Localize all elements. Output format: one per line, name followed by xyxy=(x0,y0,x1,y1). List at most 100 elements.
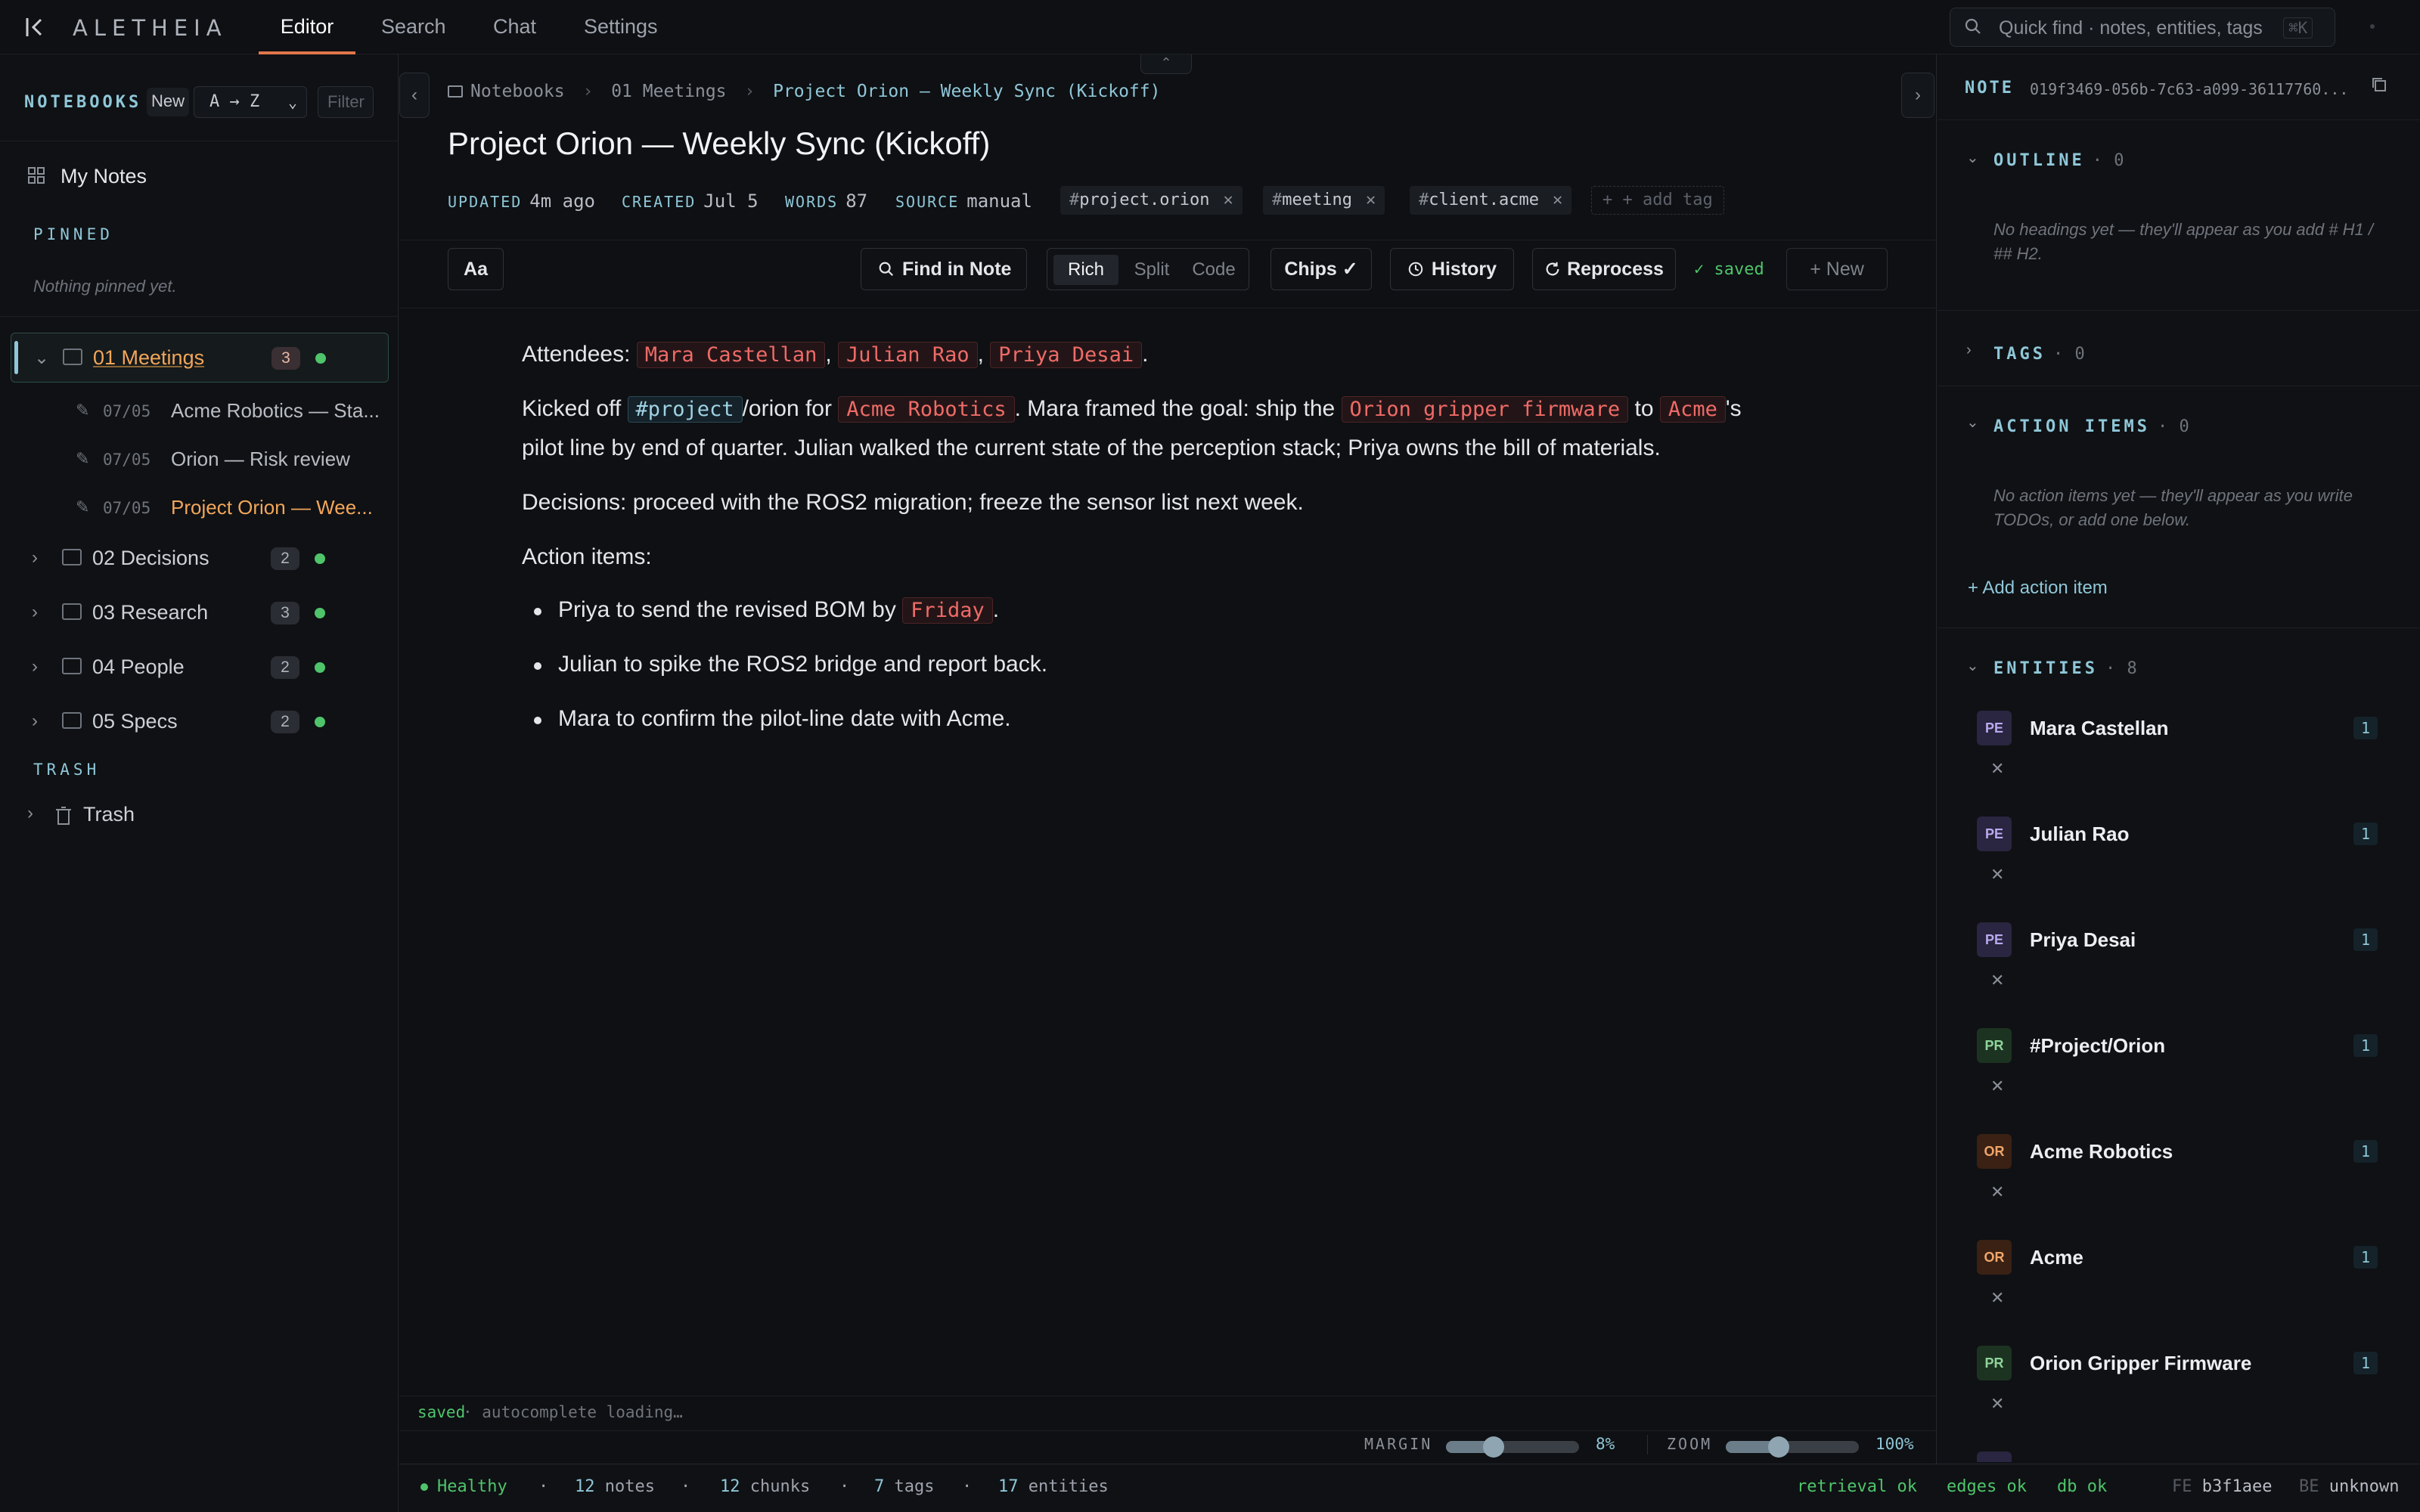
tag-chip[interactable]: #meeting ✕ xyxy=(1263,186,1385,215)
reprocess-button[interactable]: Reprocess xyxy=(1532,248,1676,290)
close-icon[interactable]: ✕ xyxy=(1990,971,2004,990)
entity-item[interactable]: PE Mara Castellan 1 ✕ xyxy=(1977,711,2400,809)
paragraph-kickoff[interactable]: Kicked off #project/orion for Acme Robot… xyxy=(522,396,1742,423)
note-item[interactable]: ✎ 07/05 Acme Robotics — Sta... xyxy=(76,392,393,429)
filter-input[interactable]: Filter xyxy=(318,86,374,118)
outline-section-header[interactable]: OUTLINE · 0 xyxy=(1993,151,2124,170)
folder-02-decisions[interactable]: › 02 Decisions 2 xyxy=(11,534,389,584)
add-tag-button[interactable]: + + add tag xyxy=(1591,186,1724,215)
clock-icon xyxy=(1408,262,1423,277)
separator: · xyxy=(538,1477,549,1496)
quick-find-input[interactable]: Quick find · notes, entities, tags ⌘K xyxy=(1950,8,2335,47)
find-label: Find in Note xyxy=(902,259,1012,280)
autocomplete-status: · autocomplete loading… xyxy=(463,1403,683,1421)
chips-toggle-button[interactable]: Chips ✓ xyxy=(1270,248,1372,290)
breadcrumb-folder[interactable]: 01 Meetings xyxy=(611,82,726,101)
chevron-right-icon[interactable]: › xyxy=(32,656,38,677)
chevron-up-icon[interactable]: ⌃ xyxy=(1140,54,1192,74)
chevron-right-icon[interactable]: › xyxy=(32,602,38,623)
paragraph-decisions[interactable]: Decisions: proceed with the ROS2 migrati… xyxy=(522,490,1304,516)
close-icon[interactable]: ✕ xyxy=(1990,865,2004,885)
collapse-sidebar-icon[interactable] xyxy=(23,14,50,41)
new-notebook-button[interactable]: New xyxy=(147,88,189,116)
find-in-note-button[interactable]: Find in Note xyxy=(861,248,1027,290)
close-icon[interactable]: ✕ xyxy=(1990,1182,2004,1202)
text: /orion for xyxy=(742,396,839,421)
close-icon[interactable]: ✕ xyxy=(1366,191,1376,209)
tab-chat[interactable]: Chat xyxy=(493,0,536,54)
list-item[interactable]: Mara to confirm the pilot-line date with… xyxy=(558,706,1011,732)
sort-select[interactable]: A → Z ⌄ xyxy=(194,86,307,118)
chevron-down-icon[interactable]: ⌄ xyxy=(1966,148,1979,167)
note-date: 07/05 xyxy=(103,451,151,469)
note-item-active[interactable]: ✎ 07/05 Project Orion — Wee... xyxy=(76,488,393,526)
entity-chip[interactable]: Acme Robotics xyxy=(838,396,1015,423)
tab-editor[interactable]: Editor xyxy=(259,0,355,54)
entity-item[interactable]: OR Acme Robotics 1 ✕ xyxy=(1977,1134,2400,1232)
chevron-left-icon[interactable]: ‹ xyxy=(399,73,430,118)
chevron-right-icon[interactable]: › xyxy=(1901,73,1934,118)
divider xyxy=(1647,1435,1648,1455)
my-notes-link[interactable]: My Notes xyxy=(60,165,147,188)
entity-chip[interactable]: Orion gripper firmware xyxy=(1341,396,1629,423)
folder-05-specs[interactable]: › 05 Specs 2 xyxy=(11,697,389,747)
entity-item[interactable]: OR Acme 1 ✕ xyxy=(1977,1240,2400,1338)
chevron-down-icon[interactable]: ⌄ xyxy=(1966,413,1979,432)
folder-03-research[interactable]: › 03 Research 3 xyxy=(11,588,389,638)
chevron-right-icon[interactable]: › xyxy=(1966,342,1972,359)
tag-chip[interactable]: #project xyxy=(627,396,743,423)
trash-item[interactable]: Trash xyxy=(83,803,135,826)
copy-icon[interactable] xyxy=(2370,76,2388,94)
zoom-slider[interactable] xyxy=(1726,1436,1859,1458)
entity-item[interactable]: PR Orion Gripper Firmware 1 ✕ xyxy=(1977,1346,2400,1444)
folder-01-meetings[interactable]: ⌄ 01 Meetings 3 xyxy=(11,333,389,383)
close-icon[interactable]: ✕ xyxy=(1990,1288,2004,1308)
chevron-right-icon[interactable]: › xyxy=(32,711,38,732)
list-item[interactable]: Priya to send the revised BOM by Friday. xyxy=(558,597,999,624)
action-items-section-header[interactable]: ACTION ITEMS · 0 xyxy=(1993,417,2190,436)
entity-chip[interactable]: Priya Desai xyxy=(990,342,1143,368)
paragraph-kickoff-line2[interactable]: pilot line by end of quarter. Julian wal… xyxy=(522,435,1661,461)
note-date: 07/05 xyxy=(103,402,151,420)
folder-04-people[interactable]: › 04 People 2 xyxy=(11,643,389,692)
note-item[interactable]: ✎ 07/05 Orion — Risk review xyxy=(76,440,393,478)
chevron-right-icon[interactable]: › xyxy=(27,803,33,824)
close-icon[interactable]: ✕ xyxy=(1223,191,1233,209)
tab-search[interactable]: Search xyxy=(381,0,446,54)
paragraph-action-items[interactable]: Action items: xyxy=(522,544,652,570)
close-icon[interactable]: ✕ xyxy=(1990,1077,2004,1096)
close-icon[interactable]: ✕ xyxy=(1553,191,1562,209)
list-item[interactable]: Julian to spike the ROS2 bridge and repo… xyxy=(558,652,1047,677)
entity-item[interactable]: PR #Project/Orion 1 ✕ xyxy=(1977,1028,2400,1126)
tags-section-header[interactable]: TAGS · 0 xyxy=(1993,345,2086,364)
font-button[interactable]: Aa xyxy=(448,248,504,290)
mode-code[interactable]: Code xyxy=(1184,255,1244,285)
entity-chip[interactable]: Mara Castellan xyxy=(636,342,826,368)
chevron-down-icon[interactable]: ⌄ xyxy=(1966,656,1979,675)
tab-settings[interactable]: Settings xyxy=(584,0,658,54)
pinned-label: PINNED xyxy=(33,225,113,243)
chevron-down-icon[interactable]: ⌄ xyxy=(34,347,49,369)
entity-chip[interactable]: Julian Rao xyxy=(838,342,978,368)
status-dot xyxy=(420,1483,428,1491)
add-action-item-button[interactable]: + Add action item xyxy=(1968,578,2108,599)
entity-item[interactable]: PE Priya Desai 1 ✕ xyxy=(1977,922,2400,1021)
new-note-button[interactable]: + New xyxy=(1786,248,1888,290)
mode-rich[interactable]: Rich xyxy=(1053,255,1118,285)
margin-slider[interactable] xyxy=(1446,1436,1579,1458)
entity-item[interactable]: PE Julian Rao 1 ✕ xyxy=(1977,816,2400,915)
tag-chip[interactable]: #client.acme ✕ xyxy=(1410,186,1572,215)
tag-chip[interactable]: #project.orion ✕ xyxy=(1060,186,1243,215)
pencil-icon: ✎ xyxy=(76,401,90,420)
history-button[interactable]: History xyxy=(1390,248,1514,290)
close-icon[interactable]: ✕ xyxy=(1990,759,2004,779)
paragraph-attendees[interactable]: Attendees: Mara Castellan, Julian Rao, P… xyxy=(522,342,1148,368)
entity-chip[interactable]: Friday xyxy=(902,597,993,624)
entities-section-header[interactable]: ENTITIES · 8 xyxy=(1993,659,2138,678)
chevron-right-icon[interactable]: › xyxy=(32,547,38,569)
note-title[interactable]: Project Orion — Weekly Sync (Kickoff) xyxy=(448,125,990,162)
close-icon[interactable]: ✕ xyxy=(1990,1394,2004,1414)
entity-chip[interactable]: Acme xyxy=(1659,396,1726,423)
mode-split[interactable]: Split xyxy=(1123,255,1181,285)
breadcrumb-notebooks[interactable]: Notebooks xyxy=(470,82,565,101)
